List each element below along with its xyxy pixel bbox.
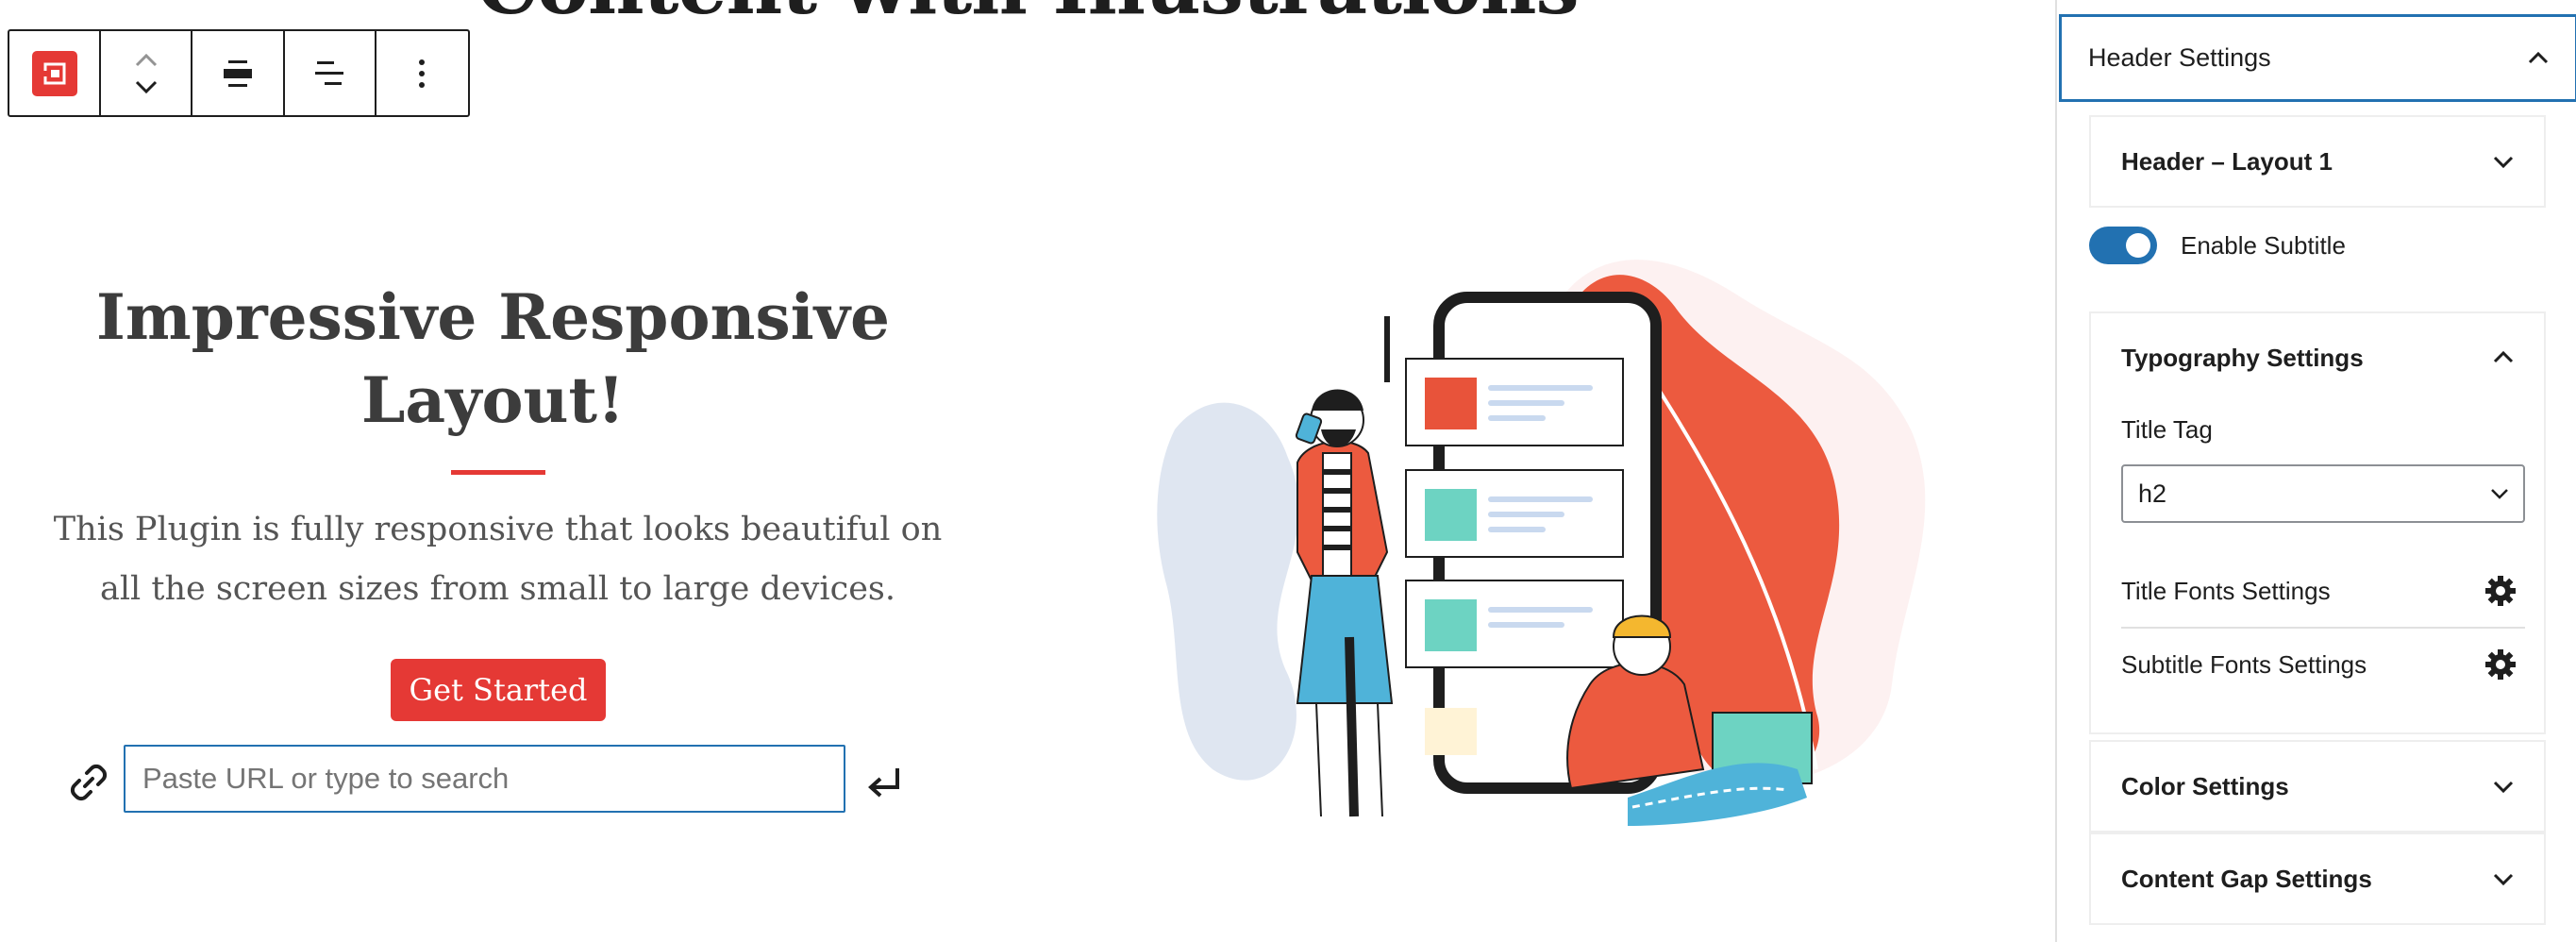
header-layout-panel[interactable]: Header – Layout 1 (2089, 115, 2546, 208)
title-divider (451, 470, 545, 475)
title-tag-value: h2 (2138, 479, 2167, 508)
more-options-button[interactable] (376, 31, 468, 115)
get-started-button[interactable]: Get Started (391, 659, 606, 721)
chevron-down-icon (2493, 156, 2514, 169)
enable-subtitle-label: Enable Subtitle (2181, 230, 2346, 260)
people-with-phone-illustration (1157, 260, 1926, 826)
gear-icon[interactable] (2484, 648, 2517, 681)
typography-settings-panel: Typography Settings Title Tag h2 Title F… (2089, 311, 2546, 734)
settings-sidebar: Header Settings Header – Layout 1 Enable… (2055, 0, 2576, 942)
align-center-icon (224, 59, 252, 87)
block-description[interactable]: This Plugin is fully responsive that loo… (38, 500, 958, 619)
chevron-down-icon (2493, 873, 2514, 886)
color-settings-panel[interactable]: Color Settings (2089, 740, 2546, 833)
title-tag-label: Title Tag (2121, 415, 2213, 444)
chevron-down-icon (2493, 781, 2514, 794)
justify-icon (315, 60, 344, 85)
header-settings-label: Header Settings (2088, 43, 2271, 72)
align-button[interactable] (192, 31, 285, 115)
plugin-block-icon (31, 50, 77, 96)
chevron-up-icon (2528, 51, 2549, 63)
enable-subtitle-toggle[interactable] (2089, 227, 2157, 264)
subtitle-fonts-settings-label: Subtitle Fonts Settings (2121, 649, 2367, 679)
block-heading-content-with-illustrations[interactable]: Content with Illustrations (477, 0, 1580, 32)
header-settings-panel-toggle[interactable]: Header Settings (2059, 14, 2576, 102)
content-gap-settings-label: Content Gap Settings (2121, 864, 2372, 893)
block-toolbar (8, 29, 470, 117)
more-options-icon (419, 59, 426, 88)
block-title[interactable]: Impressive Responsive Layout! (28, 276, 958, 442)
color-settings-label: Color Settings (2121, 771, 2289, 800)
subtitle-fonts-settings-row: Subtitle Fonts Settings (2121, 629, 2517, 700)
move-block-button[interactable] (101, 31, 193, 115)
header-layout-label: Header – Layout 1 (2121, 146, 2333, 176)
title-fonts-settings-label: Title Fonts Settings (2121, 576, 2331, 605)
editor-canvas: Content with Illustrations (0, 0, 2055, 942)
typography-settings-label: Typography Settings (2121, 343, 2364, 372)
chevron-up-icon (2493, 350, 2514, 363)
block-type-button[interactable] (9, 31, 102, 115)
gear-icon[interactable] (2484, 574, 2517, 608)
url-search-input[interactable] (124, 745, 845, 813)
typography-settings-toggle[interactable]: Typography Settings (2091, 313, 2544, 402)
justify-button[interactable] (285, 31, 376, 115)
title-fonts-settings-row: Title Fonts Settings (2121, 555, 2517, 627)
move-up-down-icon (135, 53, 157, 93)
title-tag-select[interactable]: h2 (2121, 464, 2525, 523)
content-gap-settings-panel[interactable]: Content Gap Settings (2089, 833, 2546, 925)
enter-icon[interactable] (865, 765, 903, 799)
chevron-down-icon (2491, 489, 2508, 499)
enable-subtitle-row: Enable Subtitle (2089, 227, 2346, 264)
link-icon (70, 764, 108, 801)
